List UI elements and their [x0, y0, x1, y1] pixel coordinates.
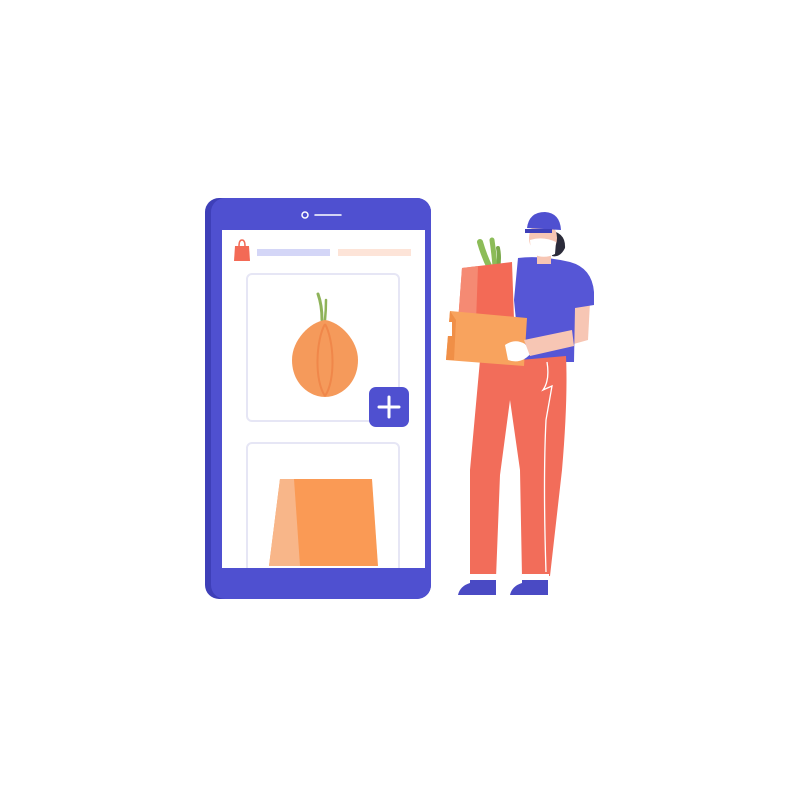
delivery-illustration [0, 0, 800, 800]
cap [527, 212, 561, 230]
paper-bag-icon [269, 479, 378, 566]
header-bar-primary [257, 249, 330, 256]
phone [205, 198, 431, 599]
grocery-bag [458, 237, 514, 322]
delivery-person [440, 212, 594, 595]
product-card-bag[interactable] [246, 442, 400, 579]
right-shoe [510, 580, 548, 595]
add-to-cart-button[interactable] [369, 387, 409, 427]
left-shoe [458, 580, 496, 595]
face-mask [530, 238, 556, 257]
header-bar-secondary [338, 249, 411, 256]
head [525, 212, 566, 257]
